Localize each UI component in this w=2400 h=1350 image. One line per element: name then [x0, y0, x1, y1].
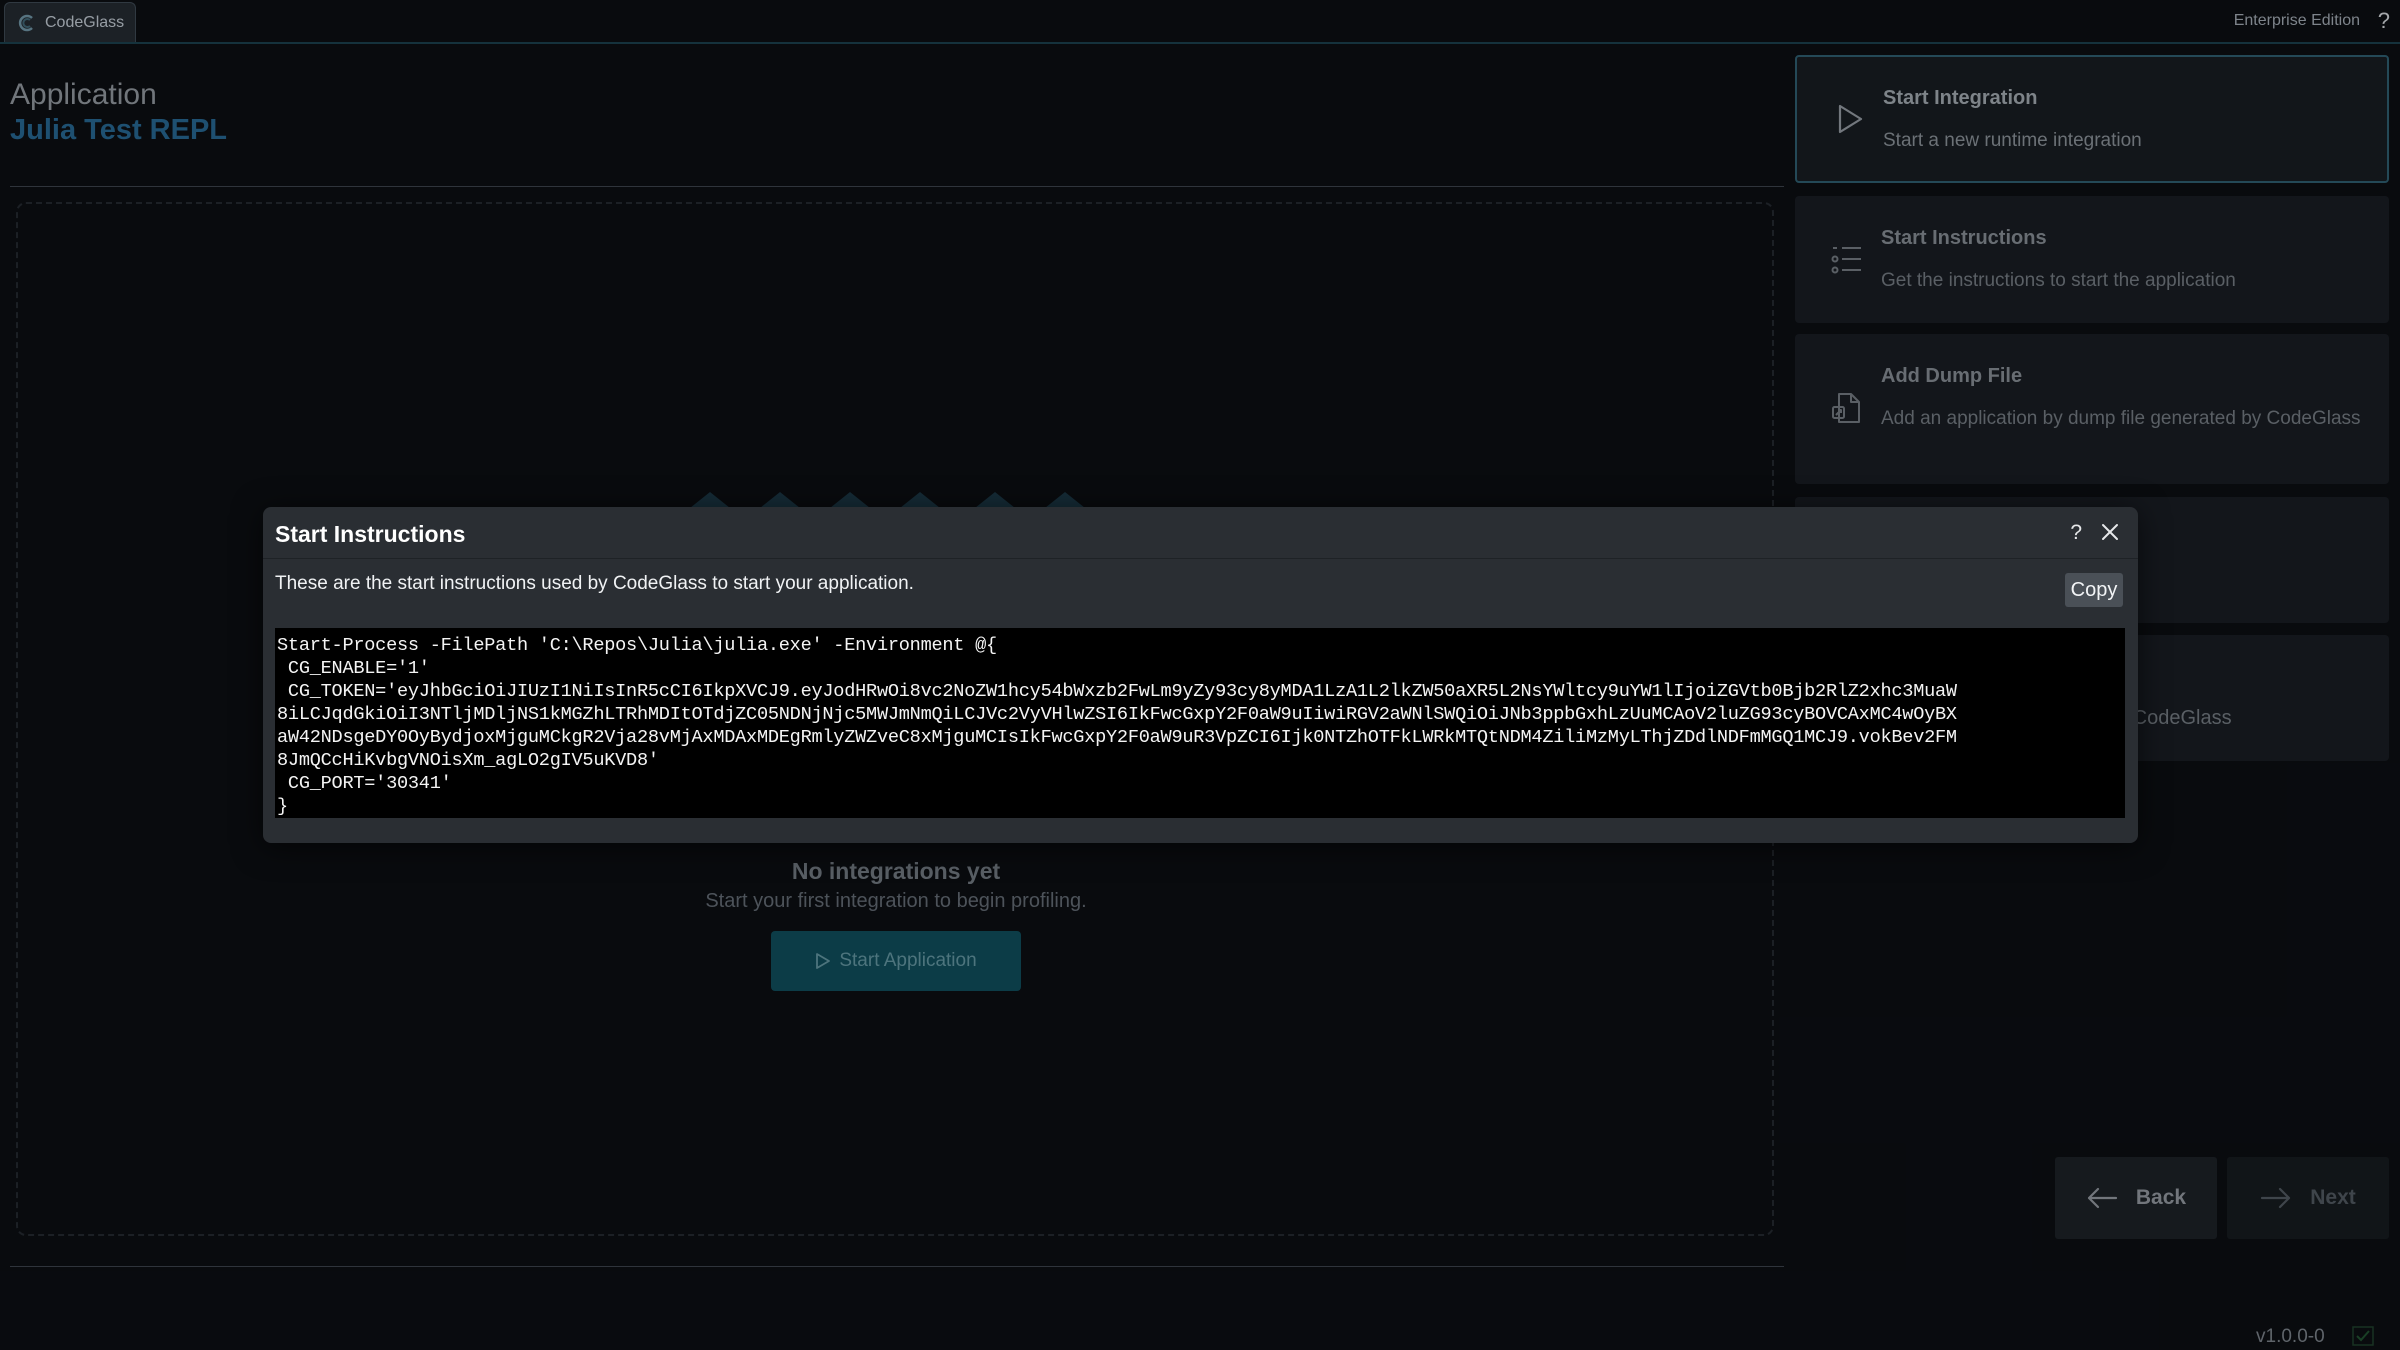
dialog-description: These are the start instructions used by…: [275, 573, 914, 594]
help-icon[interactable]: ?: [2070, 521, 2082, 545]
code-line: CG_ENABLE='1': [277, 658, 430, 679]
code-line: Start-Process -FilePath 'C:\Repos\Julia\…: [277, 635, 997, 656]
start-instructions-code[interactable]: Start-Process -FilePath 'C:\Repos\Julia\…: [275, 628, 2125, 818]
code-line: aW42NDsgeDY0OyBydjoxMjguMCkgR2Vja28vMjAx…: [277, 727, 1957, 748]
dialog-header: Start Instructions ?: [263, 507, 2138, 559]
code-line: 8JmQCcHiKvbgVNOisXm_agLO2gIV5uKVD8': [277, 750, 659, 771]
close-icon[interactable]: [2098, 520, 2122, 544]
code-line: CG_PORT='30341': [277, 773, 452, 794]
copy-button[interactable]: Copy: [2065, 573, 2123, 607]
code-line: 8iLCJqdGkiOiI3NTljMDljNS1kMGZhLTRhMDItOT…: [277, 704, 1957, 725]
code-line: }: [277, 796, 288, 817]
dialog-title: Start Instructions: [275, 521, 466, 547]
start-instructions-dialog: Start Instructions ? These are the start…: [263, 507, 2138, 843]
code-line: CG_TOKEN='eyJhbGciOiJIUzI1NiIsInR5cCI6Ik…: [277, 681, 1957, 702]
